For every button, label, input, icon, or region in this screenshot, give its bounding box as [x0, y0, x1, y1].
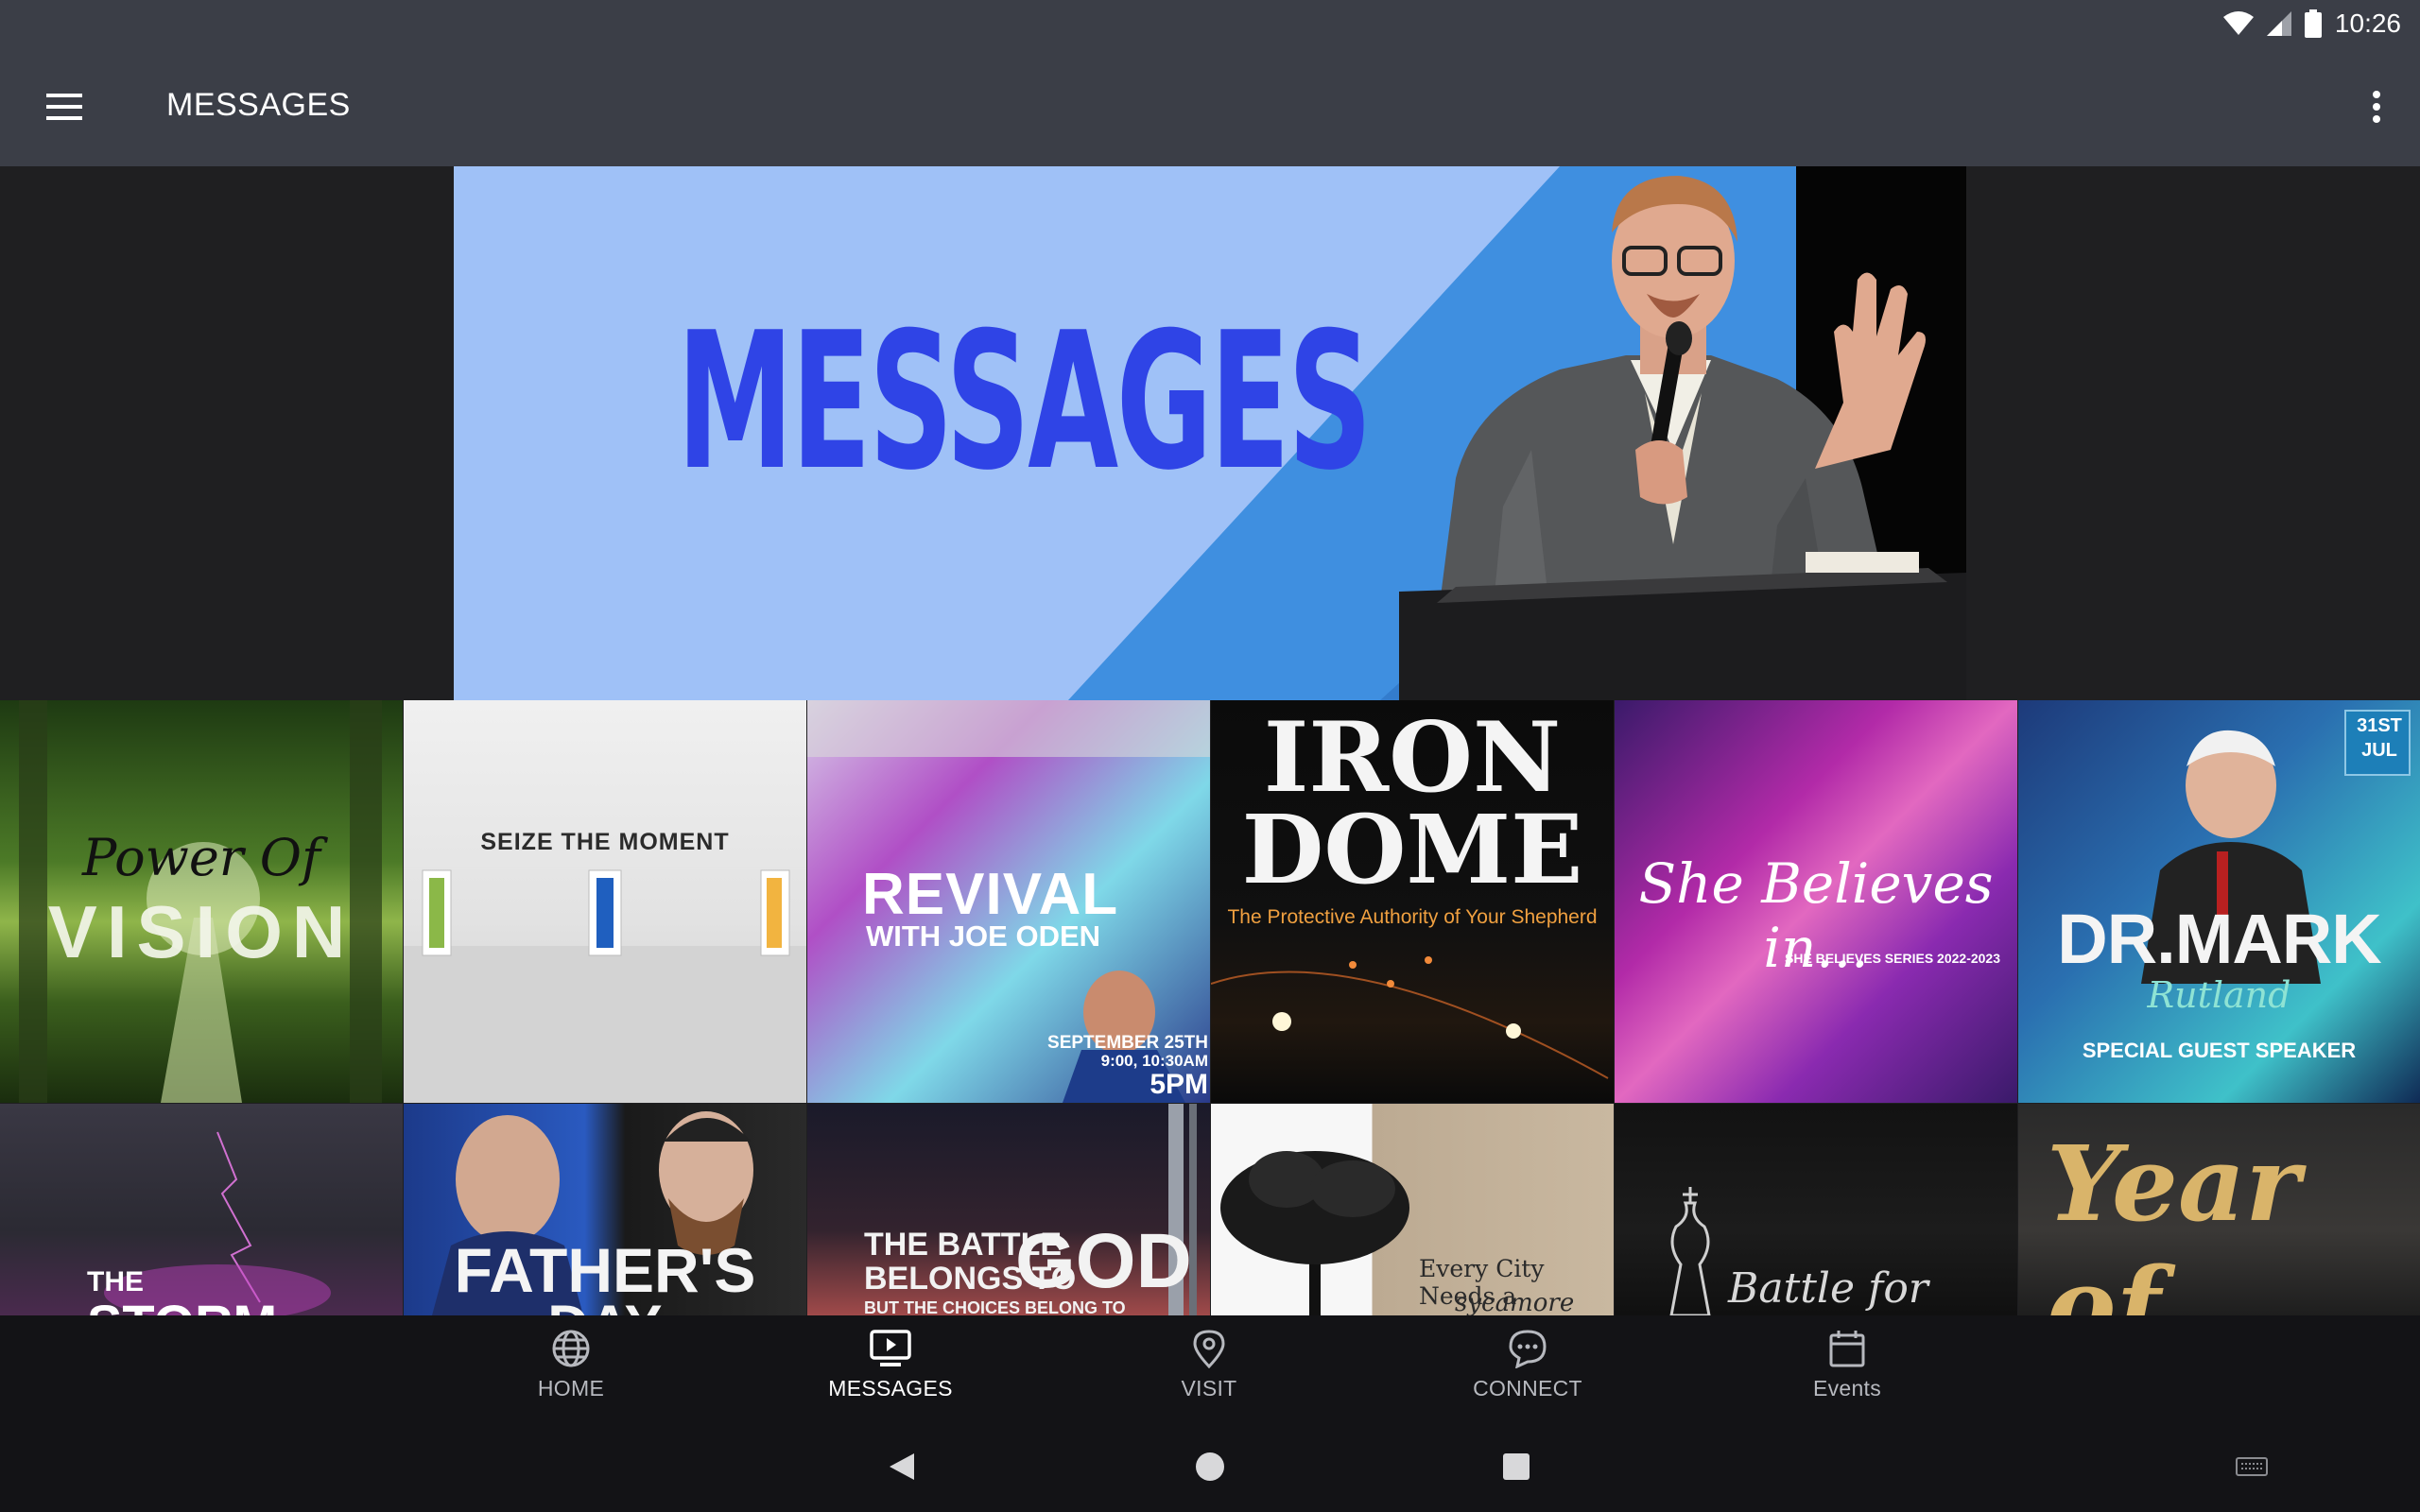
hero-banner: MESSAGES — [454, 166, 1966, 700]
location-pin-icon — [1193, 1330, 1225, 1368]
tile-title-script: Power Of — [81, 828, 321, 887]
tile-title-line2: DAY — [404, 1293, 806, 1315]
tile-title-line2: DOME — [1241, 794, 1583, 905]
calendar-icon — [1829, 1331, 1865, 1367]
tile-caption: SPECIAL GUEST SPEAKER — [2082, 1039, 2357, 1062]
tv-play-icon — [870, 1330, 911, 1366]
nav-item-messages[interactable]: MESSAGES — [777, 1329, 1004, 1414]
keyboard-button[interactable] — [2223, 1438, 2280, 1495]
bottom-navigation: HOME MESSAGES VISIT CONNECT Events — [0, 1315, 2420, 1419]
message-tile-every-city[interactable]: Every City Needs a sycamore tree — [1211, 1104, 1614, 1315]
recents-button[interactable] — [1488, 1438, 1545, 1495]
nav-label: Events — [1812, 1376, 1882, 1400]
doors-image — [404, 869, 806, 1103]
tile-subtitle: BUT THE CHOICES BELONG TO — [864, 1298, 1126, 1315]
back-button[interactable] — [873, 1438, 930, 1495]
home-button[interactable] — [1182, 1438, 1238, 1495]
tile-title: REVIVAL — [862, 862, 1119, 927]
tile-title-main: VISION — [47, 890, 355, 973]
message-tile-year-of[interactable]: Year of — [2018, 1104, 2420, 1315]
back-triangle-icon — [890, 1453, 914, 1480]
tile-title: SEIZE THE MOMENT — [480, 829, 730, 855]
page-title: MESSAGES — [166, 87, 351, 123]
nav-item-visit[interactable]: VISIT — [1096, 1329, 1322, 1414]
status-icons: 10:26 — [2222, 6, 2401, 42]
nav-label: VISIT — [1181, 1376, 1237, 1400]
overflow-menu-button[interactable] — [2346, 77, 2407, 137]
tile-title: Year of — [2047, 1123, 2301, 1315]
date-day: 31ST — [2357, 715, 2402, 736]
message-tile-the-storm[interactable]: THE STORM — [0, 1104, 403, 1315]
message-tile-battle-for[interactable]: Battle for — [1615, 1104, 2017, 1315]
message-tile-revival[interactable]: REVIVAL WITH JOE ODEN SEPTEMBER 25TH 9:0… — [807, 700, 1210, 1103]
hamburger-menu-icon — [46, 94, 82, 120]
message-tile-power-of-vision[interactable]: Power Of VISION — [0, 700, 403, 1103]
tile-title-line2: STORM — [87, 1293, 403, 1315]
nav-item-home[interactable]: HOME — [458, 1329, 684, 1414]
tile-title-line1: IRON — [1263, 701, 1562, 815]
tile-title: DR.MARK — [2057, 900, 2381, 978]
tile-title-line2: sycamore tree — [1455, 1289, 1575, 1315]
status-time: 10:26 — [2334, 9, 2401, 38]
messages-content[interactable]: MESSAGES Power Of VISION SEIZE THE MOMEN… — [0, 166, 2420, 1315]
nav-label: CONNECT — [1473, 1376, 1582, 1400]
nav-label: MESSAGES — [828, 1376, 953, 1400]
system-navigation-bar — [0, 1419, 2420, 1512]
hero-title: MESSAGES — [677, 292, 1373, 512]
tile-title: Battle for — [1728, 1264, 1928, 1313]
tile-subtitle: SHE BELIEVES SERIES 2022-2023 — [1785, 951, 2000, 966]
message-tile-seize-the-moment[interactable]: SEIZE THE MOMENT — [404, 700, 806, 1103]
wifi-icon — [2222, 11, 2254, 35]
signal-icon — [2266, 11, 2291, 36]
speaker-photo — [1399, 176, 1966, 700]
message-tile-fathers-day[interactable]: FATHER'S DAY — [404, 1104, 806, 1315]
tile-title-word: GOD — [1015, 1218, 1192, 1304]
nav-item-events[interactable]: Events — [1734, 1329, 1961, 1414]
message-tile-battle-belongs-to-god[interactable]: THE BATTLE BELONGS TO GOD BUT THE CHOICE… — [807, 1104, 1210, 1315]
keyboard-icon — [2236, 1457, 2268, 1476]
tile-script: Rutland — [2147, 974, 2291, 1016]
more-vertical-icon — [2373, 91, 2380, 123]
nav-label: HOME — [537, 1376, 605, 1400]
app-bar: MESSAGES — [0, 47, 2420, 166]
tile-subtitle: WITH JOE ODEN — [866, 919, 1101, 953]
battery-icon — [2304, 9, 2322, 38]
globe-icon — [552, 1330, 590, 1367]
message-tile-iron-dome[interactable]: IRON DOME The Protective Authority of Yo… — [1211, 700, 1614, 1103]
chat-bubble-icon — [1509, 1330, 1547, 1368]
tile-subtitle: The Protective Authority of Your Shepher… — [1227, 906, 1598, 928]
tile-date: SEPTEMBER 25TH — [1047, 1033, 1208, 1053]
home-circle-icon — [1196, 1452, 1224, 1481]
status-bar: 10:26 — [0, 0, 2420, 47]
message-tile-she-believes[interactable]: She Believes in... SHE BELIEVES SERIES 2… — [1615, 700, 2017, 1103]
tile-time-evening: 5PM — [1150, 1069, 1208, 1100]
message-tile-dr-mark[interactable]: 31ST JUL DR.MARK Rutland SPECIAL GUEST S… — [2018, 700, 2420, 1103]
recents-square-icon — [1503, 1453, 1530, 1480]
menu-button[interactable] — [34, 77, 95, 137]
nav-item-connect[interactable]: CONNECT — [1414, 1329, 1641, 1414]
tile-times: 9:00, 10:30AM — [1100, 1052, 1208, 1070]
date-month: JUL — [2361, 740, 2397, 761]
